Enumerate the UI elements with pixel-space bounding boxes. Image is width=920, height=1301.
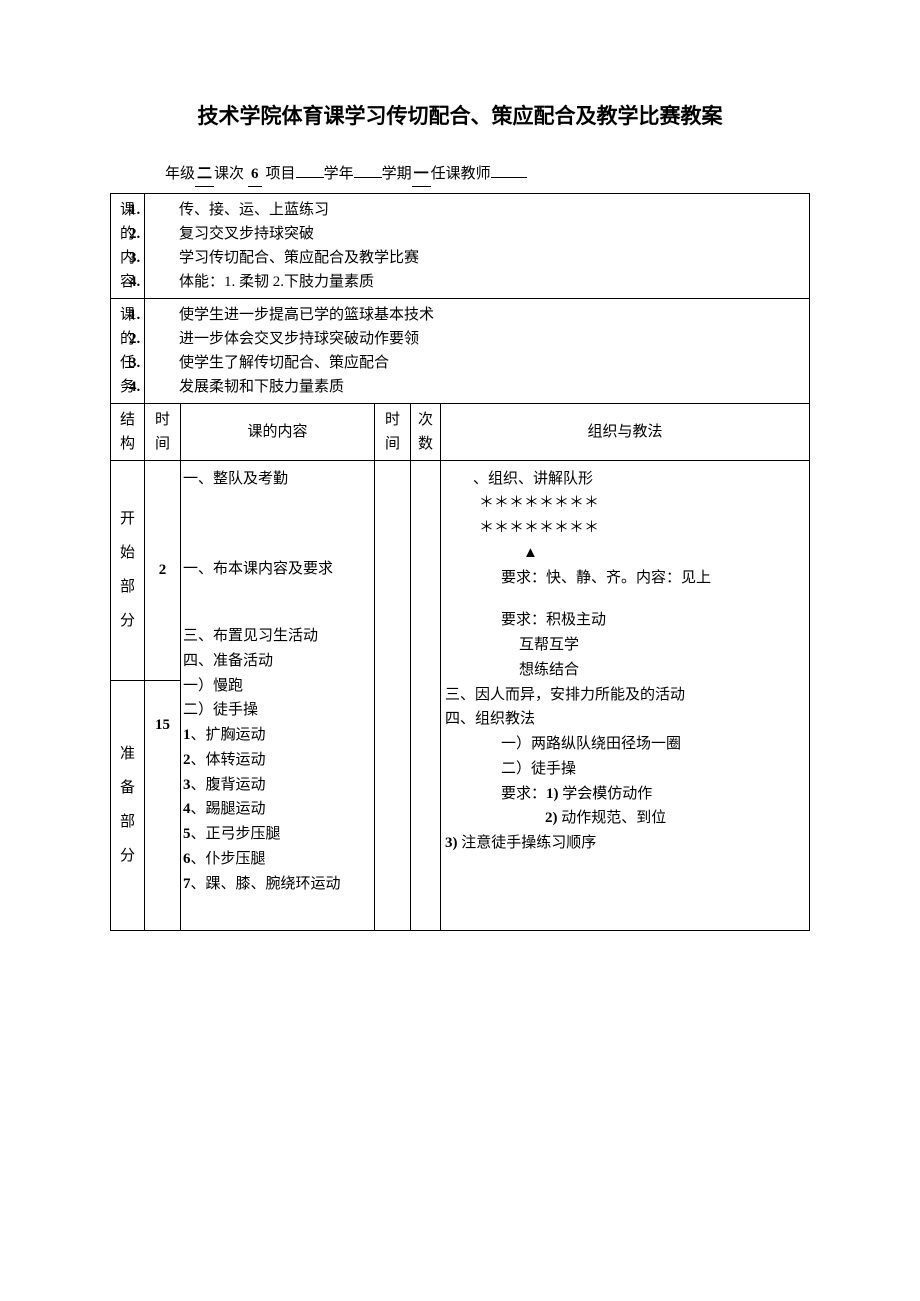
hdr-struct: 结构	[111, 403, 145, 460]
method-line: 2) 动作规范、到位	[445, 806, 805, 831]
term-label: 学期	[382, 166, 412, 182]
row-section-start: 开 始 部 分 2 一、整队及考勤 一、布本课内容及要求 三、布置见习生活动 四…	[111, 460, 810, 680]
method-line: 要求：1) 学会模仿动作	[445, 782, 805, 807]
list-item: 1.使学生进一步提高已学的篮球基本技术	[157, 303, 805, 327]
method-line: 一）两路纵队绕田径场一圈	[445, 732, 805, 757]
method-line: 3) 注意徒手操练习顺序	[445, 831, 805, 856]
method-line: 要求：快、静、齐。内容：见上	[445, 566, 805, 591]
grade-value: 二	[195, 162, 214, 187]
content-line: 四、准备活动	[183, 649, 372, 674]
year-label: 学年	[324, 166, 354, 182]
content-line: 二）徒手操	[183, 698, 372, 723]
lesson-plan-table: 课 的 内 容 1.传、接、运、上蓝练习 2.复习交叉步持球突破 3.学习传切配…	[110, 193, 810, 931]
meta-line: 年级二课次 6 项目 学年 学期一任课教师	[165, 162, 810, 187]
content-line: 一、布本课内容及要求	[183, 557, 372, 582]
section-prep-time: 15	[145, 680, 181, 930]
method-line: ▲	[445, 541, 805, 566]
page-title: 技术学院体育课学习传切配合、策应配合及教学比赛教案	[110, 100, 810, 134]
content-line: 1、扩胸运动	[183, 723, 372, 748]
lesson-value: 6	[248, 162, 262, 187]
project-label: 项目	[266, 166, 296, 182]
hdr-time-b: 时间	[375, 403, 411, 460]
content-line: 3、腹背运动	[183, 773, 372, 798]
section-prep-label: 准 备 部 分	[111, 680, 145, 930]
method-line: 、组织、讲解队形	[445, 467, 805, 492]
teacher-blank	[491, 177, 527, 178]
content-line: 三、布置见习生活动	[183, 624, 372, 649]
method-line: 三、因人而异，安排力所能及的活动	[445, 683, 805, 708]
list-item: 1.传、接、运、上蓝练习	[157, 198, 805, 222]
content-line: 2、体转运动	[183, 748, 372, 773]
method-line: 互帮互学	[445, 633, 805, 658]
content-line: 5、正弓步压腿	[183, 822, 372, 847]
method-line: ＊＊＊＊＊＊＊＊	[445, 491, 805, 516]
list-item: 4.体能：1. 柔韧 2.下肢力量素质	[157, 270, 805, 294]
lesson-label: 课次	[214, 166, 244, 182]
method-line: 要求：积极主动	[445, 608, 805, 633]
section-start-time: 2	[145, 460, 181, 680]
section-count	[411, 460, 441, 930]
list-item: 4.发展柔韧和下肢力量素质	[157, 375, 805, 399]
content-line: 7、踝、膝、腕绕环运动	[183, 872, 372, 897]
section-content-cell: 一、整队及考勤 一、布本课内容及要求 三、布置见习生活动 四、准备活动 一）慢跑…	[181, 460, 375, 930]
row-lesson-task: 课 的 任 务 1.使学生进一步提高已学的篮球基本技术 2.进一步体会交叉步持球…	[111, 298, 810, 403]
grade-label: 年级	[165, 166, 195, 182]
hdr-content: 课的内容	[181, 403, 375, 460]
lesson-task-body: 1.使学生进一步提高已学的篮球基本技术 2.进一步体会交叉步持球突破动作要领 3…	[145, 298, 810, 403]
year-blank	[354, 177, 382, 178]
section-start-label: 开 始 部 分	[111, 460, 145, 680]
section-time-b	[375, 460, 411, 930]
teacher-label: 任课教师	[431, 166, 491, 182]
content-line: 4、踢腿运动	[183, 797, 372, 822]
project-blank	[296, 177, 324, 178]
section-method-cell: 、组织、讲解队形 ＊＊＊＊＊＊＊＊ ＊＊＊＊＊＊＊＊ ▲ 要求：快、静、齐。内容…	[441, 460, 810, 930]
method-line: 四、组织教法	[445, 707, 805, 732]
content-line: 一）慢跑	[183, 674, 372, 699]
list-item: 3.学习传切配合、策应配合及教学比赛	[157, 246, 805, 270]
list-item: 2.进一步体会交叉步持球突破动作要领	[157, 327, 805, 351]
lesson-content-body: 1.传、接、运、上蓝练习 2.复习交叉步持球突破 3.学习传切配合、策应配合及教…	[145, 193, 810, 298]
method-line: ＊＊＊＊＊＊＊＊	[445, 516, 805, 541]
content-line: 6、仆步压腿	[183, 847, 372, 872]
hdr-method: 组织与教法	[441, 403, 810, 460]
row-header: 结构 时间 课的内容 时间 次 数 组织与教法	[111, 403, 810, 460]
content-line: 一、整队及考勤	[183, 467, 372, 492]
list-item: 2.复习交叉步持球突破	[157, 222, 805, 246]
method-line: 二）徒手操	[445, 757, 805, 782]
row-lesson-content: 课 的 内 容 1.传、接、运、上蓝练习 2.复习交叉步持球突破 3.学习传切配…	[111, 193, 810, 298]
term-value: 一	[412, 162, 431, 187]
list-item: 3.使学生了解传切配合、策应配合	[157, 351, 805, 375]
method-line: 想练结合	[445, 658, 805, 683]
hdr-count: 次 数	[411, 403, 441, 460]
hdr-time-a: 时间	[145, 403, 181, 460]
